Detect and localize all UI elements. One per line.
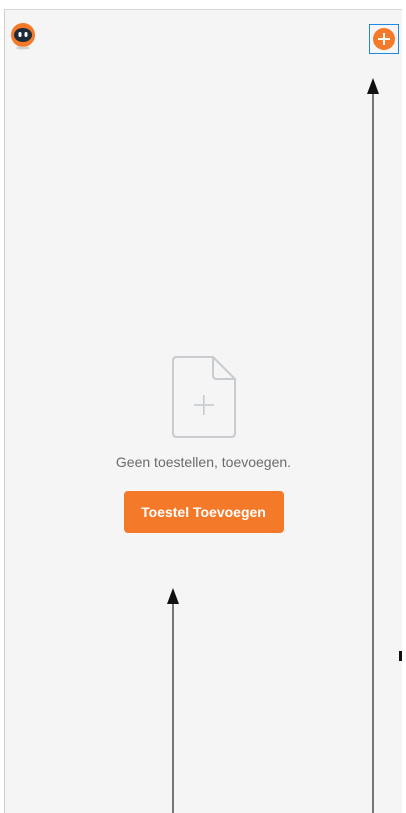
add-device-button[interactable]: Toestel Toevoegen [123, 491, 284, 533]
plus-circle-icon [373, 28, 395, 50]
empty-message: Geen toestellen, toevoegen. [115, 454, 292, 470]
empty-state: Geen toestellen, toevoegen. Toestel Toev… [5, 355, 402, 533]
add-file-icon [171, 356, 236, 438]
add-device-header-button[interactable] [369, 24, 399, 54]
robot-avatar-icon[interactable] [9, 22, 37, 50]
app-screen: Geen toestellen, toevoegen. Toestel Toev… [4, 9, 402, 813]
